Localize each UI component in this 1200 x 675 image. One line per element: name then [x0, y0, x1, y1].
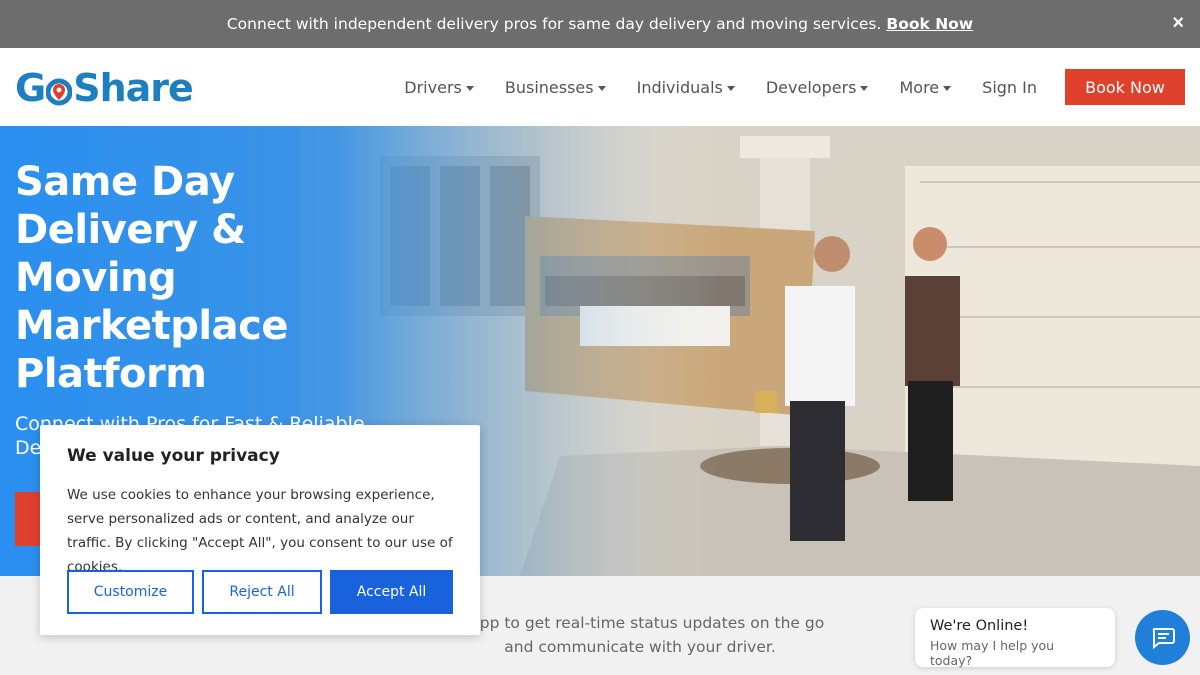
chat-greeting-bubble[interactable]: We're Online! How may I help you today?	[915, 608, 1115, 668]
nav-more-label: More	[899, 77, 940, 97]
cookie-buttons: Customize Reject All Accept All	[67, 570, 453, 614]
app-promo-line-2: and communicate with your driver.	[504, 638, 776, 656]
location-pin-icon	[45, 73, 73, 106]
cookie-title: We value your privacy	[67, 446, 280, 466]
main-nav: Drivers Businesses Individuals Developer…	[373, 48, 1185, 126]
nav-more[interactable]: More	[899, 77, 952, 97]
chevron-down-icon	[860, 85, 869, 91]
reject-all-button[interactable]: Reject All	[202, 570, 322, 614]
nav-developers-label: Developers	[765, 77, 857, 97]
close-icon[interactable]: ×	[1172, 13, 1184, 33]
app-promo-line-1: e app to get real-time status updates on…	[455, 614, 825, 632]
announcement-book-now-link[interactable]: Book Now	[886, 15, 973, 33]
chevron-down-icon	[597, 85, 606, 91]
chevron-down-icon	[465, 85, 474, 91]
customize-button[interactable]: Customize	[67, 570, 194, 614]
logo-text-share: Share	[73, 66, 194, 110]
chat-prompt: How may I help you today?	[930, 638, 1055, 668]
chat-status: We're Online!	[930, 618, 1029, 634]
nav-developers[interactable]: Developers	[766, 78, 869, 97]
header-book-now-button[interactable]: Book Now	[1065, 69, 1185, 105]
sign-in-link[interactable]: Sign In	[982, 78, 1037, 97]
announcement-text: Connect with independent delivery pros f…	[226, 15, 882, 33]
logo-text-g: G	[15, 66, 46, 110]
app-promo-text: e app to get real-time status updates on…	[430, 611, 850, 659]
nav-drivers[interactable]: Drivers	[404, 78, 474, 97]
nav-drivers-label: Drivers	[404, 77, 462, 97]
announcement-bar: Connect with independent delivery pros f…	[0, 0, 1200, 48]
nav-individuals-label: Individuals	[636, 77, 723, 97]
chat-launcher-button[interactable]	[1135, 610, 1190, 665]
hero-title: Same Day Delivery & Moving Marketplace P…	[15, 159, 288, 397]
nav-businesses-label: Businesses	[504, 77, 594, 97]
chevron-down-icon	[943, 85, 952, 91]
cookie-body: We use cookies to enhance your browsing …	[67, 487, 453, 575]
cookie-consent-dialog: We value your privacy We use cookies to …	[40, 425, 480, 635]
nav-businesses[interactable]: Businesses	[505, 78, 606, 97]
chevron-down-icon	[726, 85, 735, 91]
chat-icon	[1152, 627, 1175, 649]
site-header: G Share Drivers Businesses Individuals D…	[0, 48, 1200, 126]
accept-all-button[interactable]: Accept All	[330, 570, 453, 614]
goshare-logo[interactable]: G Share	[15, 66, 194, 110]
nav-individuals[interactable]: Individuals	[637, 78, 735, 97]
